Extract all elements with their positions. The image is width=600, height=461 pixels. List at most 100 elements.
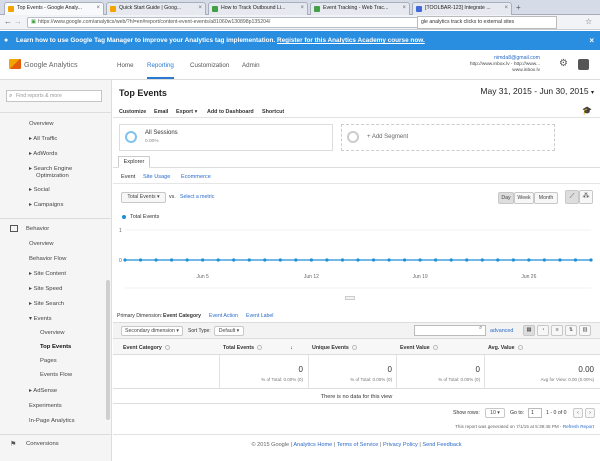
browser-tab-toolbar-123[interactable]: [TOOLBAR-123] Integrate ... × [412, 2, 512, 15]
new-tab-icon[interactable]: + [516, 3, 521, 12]
close-tab-icon[interactable]: × [300, 3, 304, 14]
page-favicon-icon [314, 6, 320, 12]
sidebar-item-site-speed[interactable]: ▸ Site Speed [29, 286, 62, 292]
star-icon[interactable]: ☆ [585, 17, 592, 26]
chart-resize-handle[interactable] [345, 296, 355, 300]
forward-icon[interactable]: → [14, 17, 22, 26]
advanced-filter-link[interactable]: advanced [490, 328, 513, 334]
goto-input[interactable]: 1 [528, 408, 542, 418]
sidebar-scrollbar[interactable] [106, 280, 110, 420]
segment-all-sessions[interactable]: All Sessions 0.00% [119, 124, 333, 151]
secondary-dimension-select[interactable]: Secondary dimension ▾ [121, 326, 183, 336]
sidebar-item-social[interactable]: ▸ Social [29, 187, 50, 193]
period-week-button[interactable]: Week [514, 192, 534, 204]
sidebar-section-conversions[interactable]: Conversions [26, 441, 59, 447]
sidebar-item-events-overview[interactable]: Overview [40, 330, 65, 336]
table-search-icon[interactable]: ⌕ [479, 325, 482, 332]
sort-type-select[interactable]: Default ▾ [214, 326, 244, 336]
account-selector[interactable]: http://www.inbox.lv - http://www... [470, 62, 540, 67]
pivot-view-icon[interactable]: ▥ [579, 325, 591, 336]
subtab-site-usage[interactable]: Site Usage [143, 174, 170, 180]
browser-tab-outbound-links[interactable]: How to Track Outbound Li... × [208, 2, 308, 15]
add-segment-button[interactable]: + Add Segment [341, 124, 555, 151]
sidebar-section-behavior[interactable]: Behavior [26, 226, 49, 232]
footer-privacy[interactable]: Privacy Policy [383, 442, 418, 448]
refresh-report-link[interactable]: Refresh Report [563, 424, 594, 429]
period-day-button[interactable]: Day [498, 192, 514, 204]
motion-chart-icon[interactable]: ⁂ [579, 190, 593, 204]
sidebar-item-behavior-flow[interactable]: Behavior Flow [29, 256, 66, 262]
col-event-category[interactable]: Event Category [123, 345, 170, 351]
dimension-event-action[interactable]: Event Action [209, 313, 238, 319]
export-button[interactable]: Export ▾ [176, 109, 197, 115]
back-icon[interactable]: ← [4, 17, 12, 26]
sidebar-item-adwords[interactable]: ▸ AdWords [29, 151, 57, 157]
sidebar-item-behavior-overview[interactable]: Overview [29, 241, 54, 247]
metric-select[interactable]: Total Events ▾ [121, 192, 166, 203]
sidebar-item-events-flow[interactable]: Events Flow [40, 372, 72, 378]
add-to-dashboard-button[interactable]: Add to Dashboard [207, 109, 254, 115]
sidebar-item-seo[interactable]: ▸ Search Engine [29, 166, 72, 172]
table-search-input[interactable] [414, 325, 486, 336]
sidebar-item-pages[interactable]: Pages [40, 358, 57, 364]
sidebar-item-site-content[interactable]: ▸ Site Content [29, 271, 66, 277]
nav-home[interactable]: Home [117, 62, 134, 69]
subtab-ecommerce[interactable]: Ecommerce [181, 174, 211, 180]
dimension-event-category[interactable]: Event Category [163, 313, 201, 319]
sidebar-item-site-search[interactable]: ▸ Site Search [29, 301, 64, 307]
show-rows-select[interactable]: 10 ▾ [485, 408, 505, 418]
sidebar-item-seo-line2[interactable]: Optimization [36, 173, 69, 179]
percentage-view-icon[interactable]: ◔ [537, 325, 549, 336]
next-page-icon[interactable]: › [585, 408, 595, 418]
footer-terms[interactable]: Terms of Service [337, 442, 379, 448]
avatar[interactable] [578, 59, 589, 70]
unique-events-sub: % of Total: 0.00% (0) [350, 377, 392, 382]
graduation-cap-icon[interactable]: 🎓 [582, 106, 592, 115]
sidebar-item-adsense[interactable]: ▸ AdSense [29, 388, 57, 394]
close-tab-icon[interactable]: × [198, 3, 202, 14]
sidebar-item-top-events[interactable]: Top Events [40, 344, 71, 350]
settings-gear-icon[interactable]: ⚙ [559, 58, 568, 69]
sidebar-item-in-page-analytics[interactable]: In-Page Analytics [29, 418, 75, 424]
banner-register-link[interactable]: Register for this Analytics Academy cour… [277, 37, 425, 44]
shortcut-button[interactable]: Shortcut [262, 109, 284, 115]
sidebar-item-all-traffic[interactable]: ▸ All Traffic [29, 136, 57, 142]
period-month-button[interactable]: Month [534, 192, 558, 204]
y-tick-label: 1 [119, 228, 122, 234]
col-unique-events[interactable]: Unique Events [312, 345, 357, 351]
sidebar-item-events[interactable]: ▾ Events [29, 316, 52, 322]
footer-analytics-home[interactable]: Analytics Home [293, 442, 332, 448]
nav-admin[interactable]: Admin [242, 62, 260, 69]
browser-tab-top-events[interactable]: Top Events - Google Analy... × [4, 2, 104, 15]
sidebar-item-experiments[interactable]: Experiments [29, 403, 62, 409]
close-tab-icon[interactable]: × [96, 3, 100, 14]
select-metric-link[interactable]: Select a metric [180, 194, 214, 200]
nav-reporting[interactable]: Reporting [147, 62, 174, 79]
close-tab-icon[interactable]: × [504, 3, 508, 14]
nav-customization[interactable]: Customization [190, 62, 229, 69]
sidebar-item-campaigns[interactable]: ▸ Campaigns [29, 202, 63, 208]
data-point [263, 258, 267, 262]
browser-tab-quick-start[interactable]: Quick Start Guide | Goog... × [106, 2, 206, 15]
browser-tab-event-tracking[interactable]: Event Tracking - Web Trac... × [310, 2, 410, 15]
comparison-view-icon[interactable]: ⇅ [565, 325, 577, 336]
table-view-icon[interactable]: ▦ [523, 325, 535, 336]
email-button[interactable]: Email [154, 109, 168, 115]
date-range-selector[interactable]: May 31, 2015 - Jun 30, 2015 ▾ [480, 86, 594, 96]
close-tab-icon[interactable]: × [402, 3, 406, 14]
col-avg-value[interactable]: Avg. Value [488, 345, 523, 351]
col-total-events[interactable]: Total Events ↓ [223, 345, 293, 351]
sidebar-item-acq-overview[interactable]: Overview [29, 121, 54, 127]
tab-explorer[interactable]: Explorer [118, 156, 150, 168]
banner-close-icon[interactable]: × [589, 31, 594, 50]
prev-page-icon[interactable]: ‹ [573, 408, 583, 418]
performance-view-icon[interactable]: ≡ [551, 325, 563, 336]
subtab-event[interactable]: Event [121, 174, 135, 180]
line-chart-icon[interactable]: ⟋ [565, 190, 579, 204]
sidebar-search-input[interactable]: ⌕ Find reports & more [6, 90, 102, 102]
dimension-event-label[interactable]: Event Label [246, 313, 273, 319]
footer-feedback[interactable]: Send Feedback [422, 442, 461, 448]
customize-button[interactable]: Customize [119, 109, 146, 115]
col-event-value[interactable]: Event Value [400, 345, 438, 351]
search-box[interactable]: gle analytics track clicks to external s… [417, 16, 557, 29]
